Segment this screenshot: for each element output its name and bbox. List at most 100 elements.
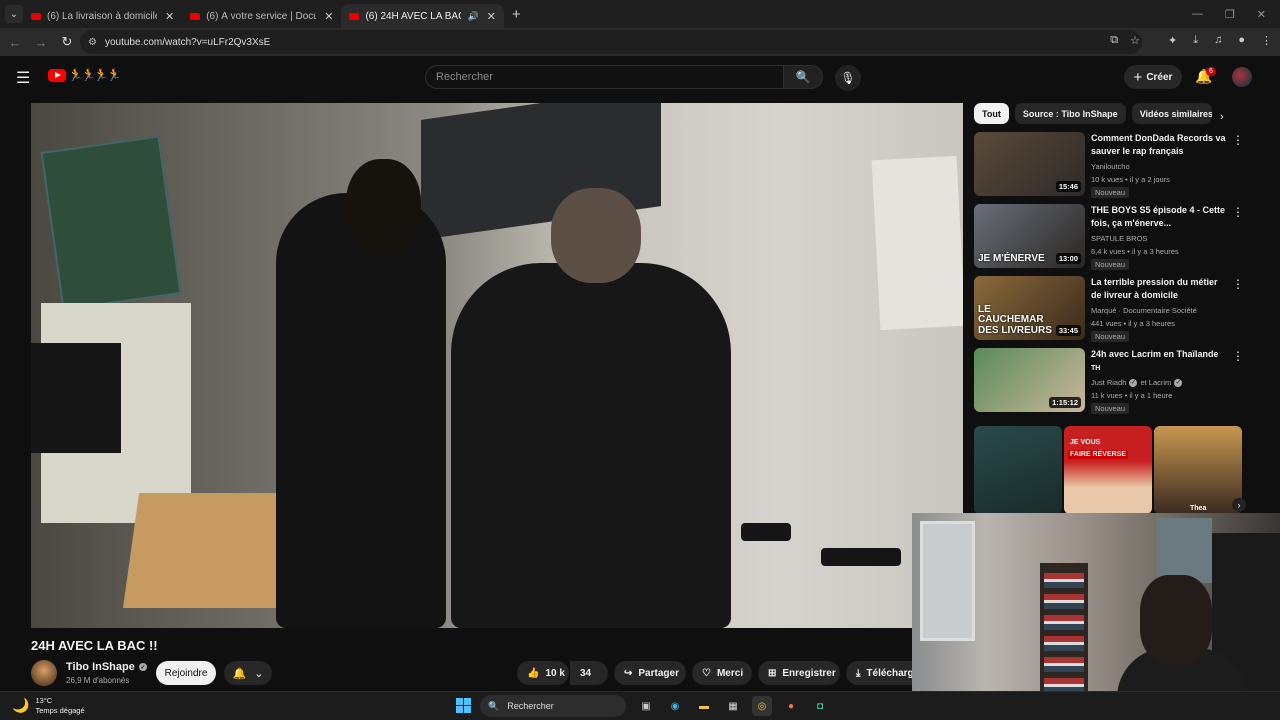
channel-name[interactable]: Tibo InShape <box>66 661 135 673</box>
short-thumbnail[interactable]: JE VOUS FAIRE RÉVERSE <box>1064 426 1152 514</box>
create-button[interactable]: + Créer <box>1124 65 1182 89</box>
search-input[interactable]: Rechercher <box>425 65 783 89</box>
profile-icon[interactable]: ● <box>1238 34 1245 47</box>
save-button[interactable]: ⊞ Enregistrer <box>758 661 840 685</box>
create-label: Créer <box>1146 71 1173 83</box>
url-field[interactable]: ⚙ youtube.com/watch?v=uLFr2Qv3XsE <box>80 30 1142 54</box>
video-player[interactable] <box>31 103 963 628</box>
more-options-icon[interactable]: ⋮ <box>1232 349 1244 363</box>
forward-icon[interactable]: → <box>28 35 54 50</box>
channel-avatar[interactable] <box>31 660 57 686</box>
tab-close-icon[interactable]: ✕ <box>165 10 174 23</box>
file-explorer-icon[interactable]: ▬ <box>694 696 714 716</box>
video-thumbnail[interactable]: 1:15:12 <box>974 348 1085 412</box>
menu-hamburger-icon[interactable]: ☰ <box>16 68 30 88</box>
windows-start-icon[interactable] <box>456 698 471 713</box>
shorts-next-chevron-icon[interactable]: › <box>1232 498 1246 512</box>
account-avatar[interactable] <box>1232 67 1252 87</box>
subscriber-count: 26,9 M d'abonnés <box>66 676 130 685</box>
chip-related[interactable]: Vidéos similaires <box>1131 103 1212 124</box>
bookmark-star-icon[interactable]: ☆ <box>1130 34 1140 47</box>
thanks-button[interactable]: ♡ Merci <box>692 661 752 685</box>
chip-source[interactable]: Source : Tibo InShape <box>1014 103 1126 124</box>
video-thumbnail[interactable]: JE M'ÉNERVE 13:00 <box>974 204 1085 268</box>
close-window-icon[interactable]: ✕ <box>1257 8 1266 21</box>
restore-icon[interactable]: ❐ <box>1225 8 1235 21</box>
reload-icon[interactable]: ↻ <box>54 34 80 50</box>
join-button[interactable]: Rejoindre <box>156 661 216 685</box>
site-info-icon[interactable]: ⚙ <box>88 37 97 48</box>
recommendation-channel[interactable]: Just Riadh ✓ et Lacrim ✓ <box>1091 378 1183 387</box>
task-view-icon[interactable]: ▣ <box>636 696 656 716</box>
thumbnail-caption: LE CAUCHEMAR DES LIVREURS <box>978 303 1052 336</box>
title-flag: TH <box>1091 365 1101 373</box>
install-app-icon[interactable]: ⧉ <box>1110 34 1118 47</box>
share-button[interactable]: ↪ Partager <box>614 661 686 685</box>
browser-tab[interactable]: (6) La livraison à domicile : de l ✕ <box>23 4 182 28</box>
recommendation-item[interactable]: 1:15:12 24h avec Lacrim en Thaïlande TH J… <box>974 348 1264 414</box>
browser-tab[interactable]: (6) À votre service | Documenta ✕ <box>182 4 341 28</box>
browser-menu-icon[interactable]: ⋮ <box>1261 34 1272 47</box>
media-controls-icon[interactable]: ♫ <box>1214 34 1222 47</box>
back-icon[interactable]: ← <box>2 35 28 50</box>
video-thumbnail[interactable]: 15:46 <box>974 132 1085 196</box>
recommendation-title[interactable]: La terrible pression du métier de livreu… <box>1091 276 1226 302</box>
extensions-icon[interactable]: ✦ <box>1168 34 1177 47</box>
channel-label: SPATULE BROS <box>1091 234 1148 243</box>
scene-person-head <box>346 159 421 254</box>
recommendation-title[interactable]: 24h avec Lacrim en Thaïlande TH <box>1091 348 1226 374</box>
youtube-doodle-icon[interactable]: 🏃🏃🏃🏃 <box>68 68 122 82</box>
like-button[interactable]: 👍 10 k <box>517 661 569 685</box>
minimize-icon[interactable]: — <box>1192 8 1203 20</box>
video-thumbnail[interactable]: LE CAUCHEMAR DES LIVREURS 33:45 <box>974 276 1085 340</box>
chrome-icon[interactable]: ◎ <box>752 696 772 716</box>
shorts-shelf: JE VOUS FAIRE RÉVERSE Thea <box>974 426 1244 514</box>
recommendation-title[interactable]: THE BOYS S5 épisode 4 - Cette fois, ça m… <box>1091 204 1226 230</box>
search-button[interactable]: 🔍 <box>783 65 823 89</box>
short-thumbnail[interactable] <box>974 426 1062 514</box>
browser-tab-active[interactable]: (6) 24H AVEC LA BAC !! - Yo 🔊 ✕ <box>341 4 504 28</box>
speaker-icon[interactable]: 🔊 <box>467 11 478 22</box>
windows-taskbar: 🌙 13°C Temps dégagé 🔍 Rechercher ▣ ◉ ▬ ▦… <box>0 691 1280 720</box>
recommendation-title[interactable]: Comment DonDada Records va sauver le rap… <box>1091 132 1226 158</box>
store-icon[interactable]: ▦ <box>723 696 743 716</box>
chip-all[interactable]: Tout <box>974 103 1009 124</box>
recommendation-channel[interactable]: Yaniloutcho <box>1091 162 1130 171</box>
channel-name-row[interactable]: Tibo InShape ✓ <box>66 661 147 673</box>
toolbar-icons: ✦ ⤓ ♫ ● ⋮ <box>1168 34 1272 47</box>
dislike-button[interactable]: 34 <box>570 661 608 685</box>
download-label: Télécharg <box>866 667 912 679</box>
edge-icon[interactable]: ◉ <box>665 696 685 716</box>
youtube-logo-icon[interactable] <box>48 69 66 82</box>
tab-close-icon[interactable]: ✕ <box>324 10 333 23</box>
recommendation-item[interactable]: LE CAUCHEMAR DES LIVREURS 33:45 La terri… <box>974 276 1264 342</box>
thanks-heart-icon: ♡ <box>702 667 711 679</box>
tab-close-icon[interactable]: ✕ <box>487 10 496 23</box>
more-options-icon[interactable]: ⋮ <box>1232 133 1244 147</box>
scene-person <box>451 263 731 628</box>
more-options-icon[interactable]: ⋮ <box>1232 205 1244 219</box>
webcam-overlay <box>912 513 1280 720</box>
taskbar-search-label: Rechercher <box>507 701 554 711</box>
download-button[interactable]: ⤓ Télécharg <box>846 661 912 685</box>
downloads-icon[interactable]: ⤓ <box>1193 34 1198 47</box>
short-thumbnail[interactable]: Thea <box>1154 426 1242 514</box>
subscription-bell-button[interactable]: 🔔 ⌄ <box>224 661 272 685</box>
tab-search-button[interactable]: ⌄ <box>5 5 23 23</box>
voice-search-button[interactable]: 🎙 <box>835 65 861 91</box>
app-icon[interactable]: ◘ <box>810 696 830 716</box>
recommendation-meta: 6,4 k vues • il y a 3 heures <box>1091 247 1179 256</box>
recommendation-item[interactable]: 15:46 Comment DonDada Records va sauver … <box>974 132 1264 198</box>
recommendation-item[interactable]: JE M'ÉNERVE 13:00 THE BOYS S5 épisode 4 … <box>974 204 1264 270</box>
more-options-icon[interactable]: ⋮ <box>1232 277 1244 291</box>
new-tab-icon[interactable]: + <box>512 6 521 23</box>
taskbar-search[interactable]: 🔍 Rechercher <box>480 695 626 717</box>
recommendation-channel[interactable]: Marqué · Documentaire Société <box>1091 306 1197 315</box>
scene-handle <box>741 523 791 541</box>
recommendation-meta: 10 k vues • il y a 2 jours <box>1091 175 1170 184</box>
weather-widget[interactable]: 🌙 13°C Temps dégagé <box>12 696 85 716</box>
recommendation-channel[interactable]: SPATULE BROS <box>1091 234 1147 243</box>
recommendation-meta: 11 k vues • il y a 1 heure <box>1091 391 1173 400</box>
firefox-icon[interactable]: ● <box>781 696 801 716</box>
chips-next-chevron-icon[interactable]: › <box>1220 111 1224 123</box>
